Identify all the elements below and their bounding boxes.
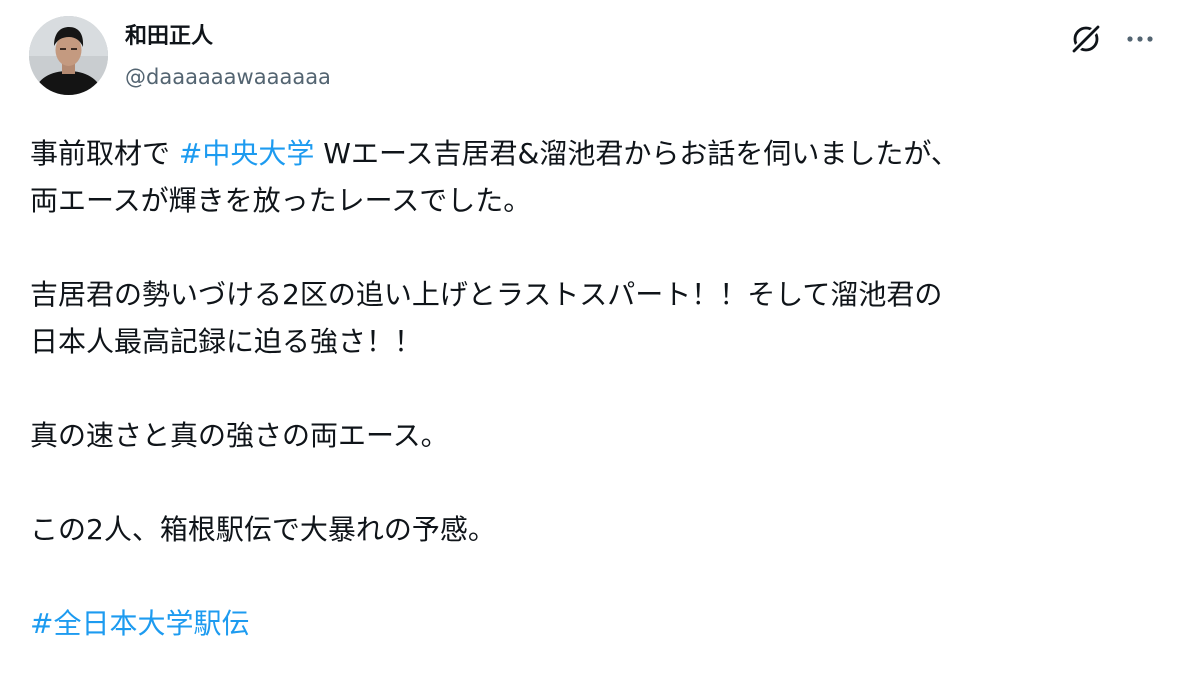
grok-slash-icon — [1070, 23, 1102, 55]
author-display-name[interactable]: 和田正人 — [125, 22, 213, 52]
more-horizontal-icon — [1127, 36, 1153, 42]
post-line: 吉居君の勢いづける2区の追い上げとラストスパート！！そして溜池君の — [30, 278, 943, 311]
author-handle[interactable]: @daaaaaawaaaaaa — [125, 62, 331, 92]
hashtag-link-chuo[interactable]: #中央大学 — [179, 137, 314, 170]
grok-button[interactable] — [1066, 19, 1106, 59]
avatar[interactable] — [29, 16, 108, 95]
post-line: #全日本大学駅伝 — [30, 600, 1160, 647]
post-line: この2人、箱根駅伝で大暴れの予感。 — [30, 513, 496, 546]
post-line: 両エースが輝きを放ったレースでした。 — [30, 184, 532, 217]
hashtag-link-ekiden[interactable]: #全日本大学駅伝 — [30, 607, 249, 640]
more-options-button[interactable] — [1120, 19, 1160, 59]
post-text-segment: Wエース吉居君&溜池君からお話を伺いましたが、 — [314, 137, 959, 170]
post-line: 真の速さと真の強さの両エース。 — [30, 419, 449, 452]
post-line: 日本人最高記録に迫る強さ！！ — [30, 325, 423, 358]
post-text-segment: 事前取材で — [30, 137, 179, 170]
avatar-photo-icon — [29, 16, 108, 95]
post-text: 事前取材で #中央大学 Wエース吉居君&溜池君からお話を伺いましたが、 両エース… — [30, 130, 1160, 647]
post-card: 和田正人 @daaaaaawaaaaaa 事前取材で #中央大学 Wエース吉居君… — [0, 0, 1186, 694]
post-line: 事前取材で #中央大学 Wエース吉居君&溜池君からお話を伺いましたが、 — [30, 130, 1160, 177]
